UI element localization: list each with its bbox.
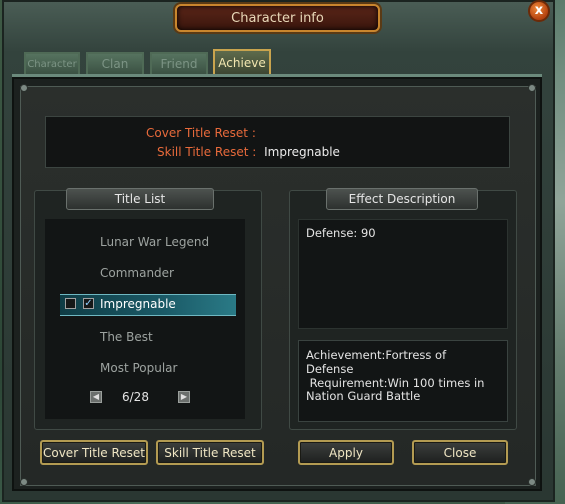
title-list: [45, 219, 245, 419]
window-title: Character info: [175, 4, 380, 32]
title-item[interactable]: Most Popular: [100, 361, 177, 375]
title-item[interactable]: Lunar War Legend: [100, 235, 209, 249]
rivet-decoration: [528, 478, 536, 486]
achievement-line-2: Defense: [306, 362, 354, 376]
cover-reset-row: Cover Title Reset :: [146, 126, 256, 140]
skill-reset-value: Impregnable: [264, 145, 340, 159]
reset-info-box: [45, 116, 510, 168]
prev-page-icon[interactable]: ◀: [90, 391, 102, 403]
tab-achieve[interactable]: Achieve: [213, 49, 271, 74]
title-checkbox-unchecked[interactable]: [65, 298, 76, 309]
skill-reset-label: Skill Title Reset :: [157, 145, 257, 159]
title-list-header: Title List: [66, 188, 214, 210]
rivet-decoration: [528, 84, 536, 92]
effect-header: Effect Description: [326, 188, 478, 210]
effect-text: Defense: 90: [306, 226, 376, 240]
title-item[interactable]: The Best: [100, 330, 153, 344]
title-item-selected[interactable]: Impregnable: [100, 297, 176, 311]
title-checkbox-checked[interactable]: ✓: [83, 298, 94, 309]
close-icon[interactable]: x: [528, 0, 550, 22]
tab-character[interactable]: Character: [24, 52, 80, 74]
rivet-decoration: [20, 84, 28, 92]
achievement-line-1: Achievement:Fortress of: [306, 348, 447, 362]
skill-title-reset-button[interactable]: Skill Title Reset: [156, 440, 264, 465]
tab-friend[interactable]: Friend: [150, 52, 208, 74]
tab-clan[interactable]: Clan: [86, 52, 144, 74]
page-indicator: 6/28: [122, 390, 149, 404]
cover-title-reset-button[interactable]: Cover Title Reset: [40, 440, 148, 465]
next-page-icon[interactable]: ▶: [178, 391, 190, 403]
title-item[interactable]: Commander: [100, 266, 174, 280]
apply-button[interactable]: Apply: [298, 440, 394, 465]
cover-reset-label: Cover Title Reset :: [146, 126, 256, 140]
requirement-line-2: Nation Guard Battle: [306, 389, 421, 403]
skill-reset-row: Skill Title Reset : Impregnable: [157, 145, 340, 159]
close-button[interactable]: Close: [412, 440, 508, 465]
rivet-decoration: [20, 478, 28, 486]
